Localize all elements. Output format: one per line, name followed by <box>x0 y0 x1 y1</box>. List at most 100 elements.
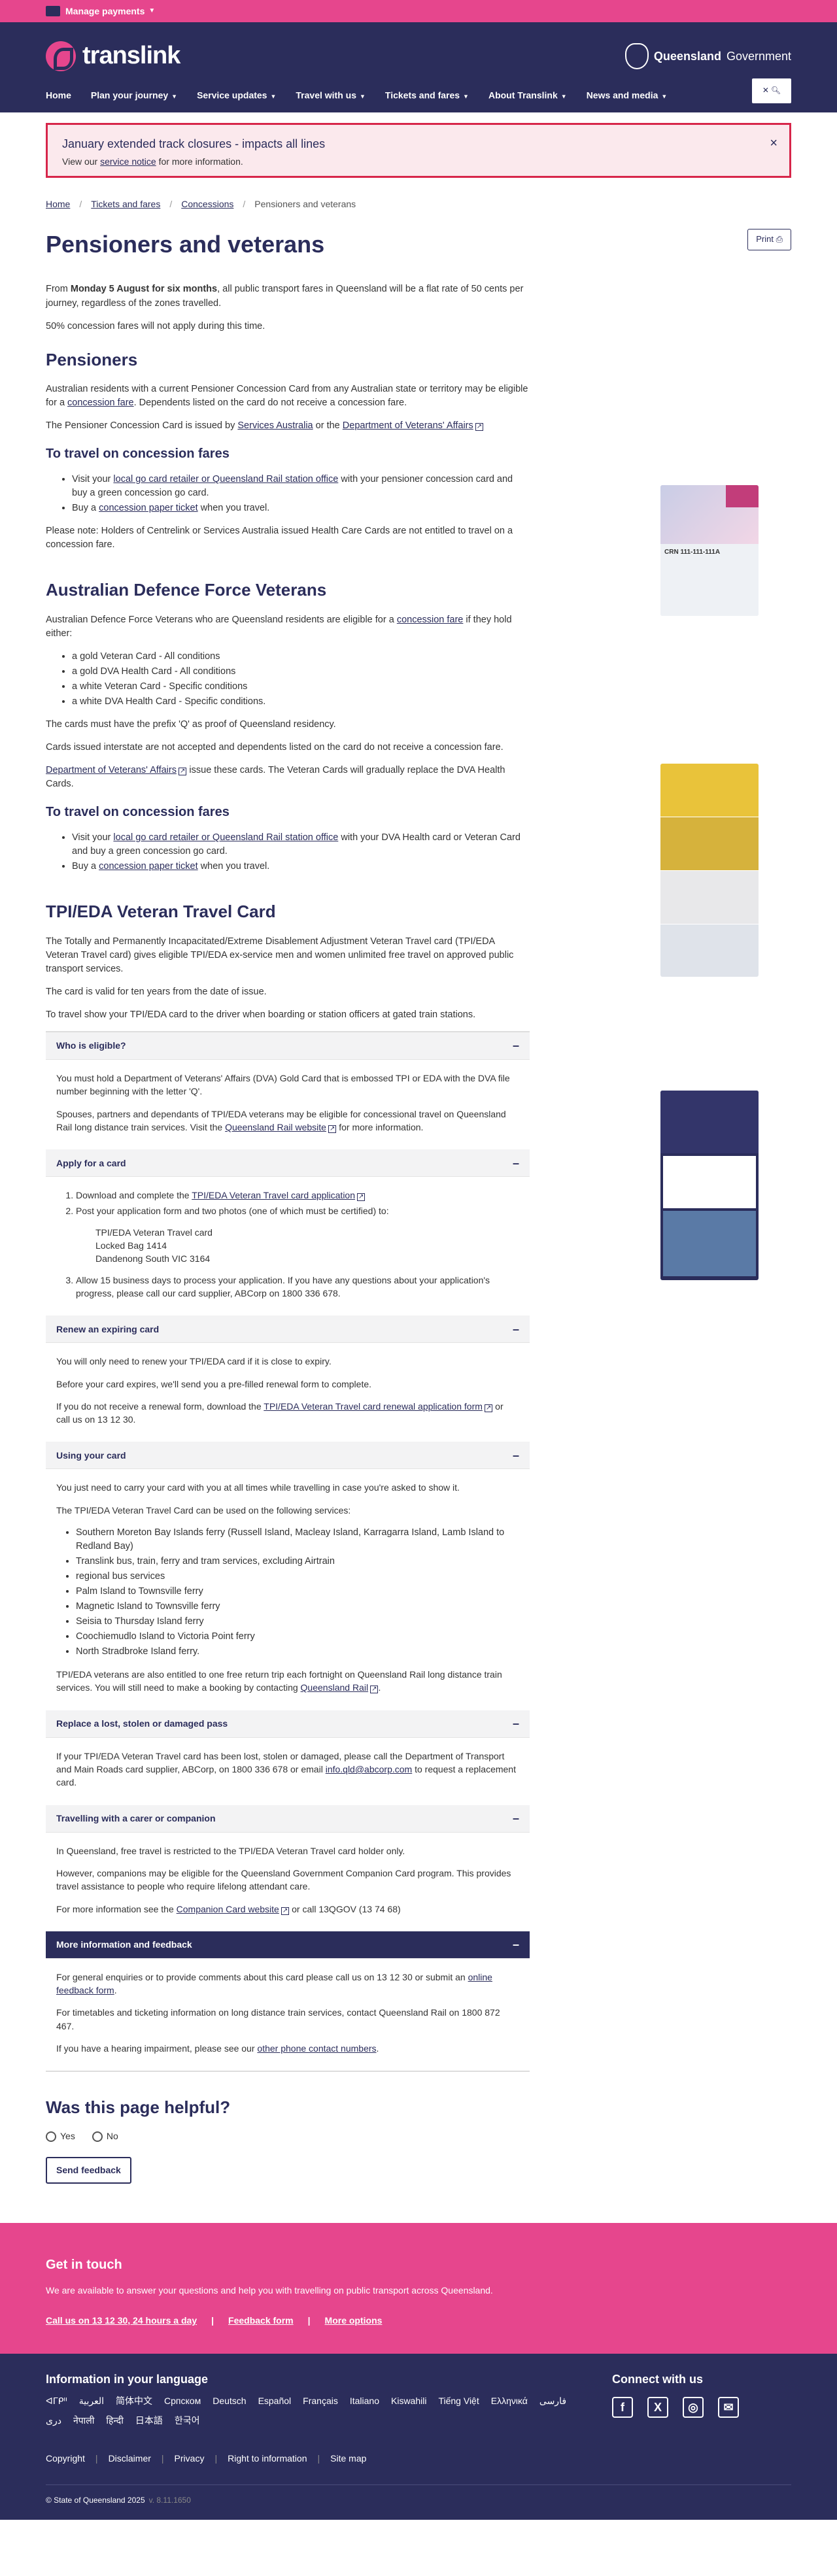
language-link[interactable]: فارسی <box>539 2394 566 2407</box>
sitemap-link[interactable]: Site map <box>330 2452 366 2465</box>
pensioners-travel-list: Visit your local go card retailer or Que… <box>72 473 530 515</box>
retailer-link[interactable]: local go card retailer or Queensland Rai… <box>113 832 338 843</box>
email-link[interactable]: info.qld@abcorp.com <box>326 1764 413 1774</box>
close-icon[interactable]: × <box>770 134 777 153</box>
translink-logo-icon <box>46 41 76 71</box>
no-radio[interactable]: No <box>92 2129 118 2143</box>
facebook-icon[interactable]: f <box>612 2396 633 2418</box>
list-item: Buy a concession paper ticket when you t… <box>72 501 530 515</box>
list-item: Magnetic Island to Townsville ferry <box>76 1600 519 1614</box>
email-icon[interactable]: ✉ <box>718 2396 739 2418</box>
disclaimer-link[interactable]: Disclaimer <box>109 2452 151 2465</box>
more-options-link[interactable]: More options <box>325 2314 383 2327</box>
send-feedback-button[interactable]: Send feedback <box>46 2157 131 2184</box>
language-link[interactable]: Српском <box>164 2394 201 2407</box>
language-link[interactable]: Ελληνικά <box>491 2394 528 2407</box>
card-number: CRN 111-111-111A <box>660 544 759 617</box>
language-link[interactable]: 简体中文 <box>116 2394 152 2407</box>
search-button[interactable]: ✕ 🔍︎ <box>752 78 791 103</box>
renewal-form-link[interactable]: TPI/EDA Veteran Travel card renewal appl… <box>264 1401 492 1412</box>
pensioners-p1: Australian residents with a current Pens… <box>46 384 528 409</box>
x-icon[interactable]: X <box>647 2396 668 2418</box>
language-link[interactable]: Kiswahili <box>391 2394 426 2407</box>
breadcrumb-tickets[interactable]: Tickets and fares <box>91 197 160 211</box>
language-link[interactable]: Deutsch <box>213 2394 246 2407</box>
paper-ticket-link[interactable]: concession paper ticket <box>99 503 198 513</box>
dva-link[interactable]: Department of Veterans' Affairs <box>46 765 186 775</box>
list-item: Southern Moreton Bay Islands ferry (Russ… <box>76 1526 519 1553</box>
queensland-government-logo[interactable]: Queensland Government <box>624 43 791 69</box>
language-link[interactable]: Tiếng Việt <box>438 2394 479 2407</box>
nav-item-service-updates[interactable]: Service updates ▼ <box>197 89 276 102</box>
contact-numbers-link[interactable]: other phone contact numbers <box>257 2043 376 2054</box>
list-item: Coochiemudlo Island to Victoria Point fe… <box>76 1630 519 1644</box>
acc1-p2: Spouses, partners and dependants of TPI/… <box>56 1108 519 1134</box>
language-link[interactable]: Español <box>258 2394 292 2407</box>
rti-link[interactable]: Right to information <box>228 2452 307 2465</box>
application-link[interactable]: TPI/EDA Veteran Travel card application <box>192 1190 365 1200</box>
retailer-link[interactable]: local go card retailer or Queensland Rai… <box>113 474 338 484</box>
yes-radio[interactable]: Yes <box>46 2129 75 2143</box>
print-button[interactable]: Print ⎙ <box>747 229 791 251</box>
helpful-options: Yes No <box>46 2129 791 2143</box>
gov-bold: Queensland <box>653 49 721 63</box>
list-item: Post your application form and two photo… <box>76 1204 519 1265</box>
translink-logo[interactable]: translink <box>46 38 180 74</box>
list-item: Seisia to Thursday Island ferry <box>76 1615 519 1629</box>
nav-item-about[interactable]: About Translink ▼ <box>488 89 567 102</box>
nav-item-plan[interactable]: Plan your journey ▼ <box>91 89 177 102</box>
language-link[interactable]: 한국어 <box>175 2414 200 2427</box>
accordion-carer[interactable]: Travelling with a carer or companion – <box>46 1805 530 1833</box>
list-item: Translink bus, train, ferry and tram ser… <box>76 1555 519 1568</box>
concession-fare-link[interactable]: concession fare <box>397 615 464 625</box>
nav-item-news[interactable]: News and media ▼ <box>587 89 668 102</box>
language-list: ᐊᒥᑭᐦ العربية 简体中文 Српском Deutsch Español Fran… <box>46 2394 582 2428</box>
language-link[interactable]: नेपाली <box>73 2414 94 2427</box>
manage-payments-bar[interactable]: Manage payments ▼ <box>0 0 837 22</box>
nav-item-home[interactable]: Home <box>46 89 71 102</box>
nav-item-tickets[interactable]: Tickets and fares ▼ <box>385 89 469 102</box>
language-link[interactable]: Français <box>303 2394 338 2407</box>
accordion-replace[interactable]: Replace a lost, stolen or damaged pass – <box>46 1710 530 1738</box>
companion-card-link[interactable]: Companion Card website <box>177 1904 290 1914</box>
accordion-who-eligible[interactable]: Who is eligible? – <box>46 1032 530 1060</box>
service-notice-link[interactable]: service notice <box>100 156 156 167</box>
concession-fare-link[interactable]: concession fare <box>67 398 134 408</box>
breadcrumb-concessions[interactable]: Concessions <box>181 197 233 211</box>
acc1-p1: You must hold a Department of Veterans' … <box>56 1073 510 1097</box>
queensland-rail-link[interactable]: Queensland Rail website <box>225 1122 336 1132</box>
paper-ticket-link[interactable]: concession paper ticket <box>99 861 198 872</box>
search-icon: 🔍︎ <box>770 86 781 95</box>
queensland-rail-link[interactable]: Queensland Rail <box>301 1682 379 1693</box>
accordion-renew[interactable]: Renew an expiring card – <box>46 1315 530 1344</box>
chevron-down-icon: ▼ <box>148 7 156 14</box>
acc7-p3: If you have a hearing impairment, please… <box>56 2043 379 2054</box>
list-item: regional bus services <box>76 1570 519 1584</box>
list-item: Allow 15 business days to process your a… <box>76 1274 519 1300</box>
intro-p2: 50% concession fares will not apply duri… <box>46 320 265 331</box>
instagram-icon[interactable]: ◎ <box>683 2396 704 2418</box>
accordion-apply[interactable]: Apply for a card – <box>46 1149 530 1178</box>
language-link[interactable]: العربية <box>79 2394 104 2407</box>
accordion-more-info[interactable]: More information and feedback – <box>46 1931 530 1959</box>
feedback-form-link[interactable]: Feedback form <box>228 2314 294 2327</box>
page-title: Pensioners and veterans <box>46 231 325 258</box>
call-us-link[interactable]: Call us on 13 12 30, 24 hours a day <box>46 2314 197 2327</box>
language-link[interactable]: دری <box>46 2414 61 2427</box>
list-item: a white Veteran Card - Specific conditio… <box>72 680 530 694</box>
language-link[interactable]: हिन्दी <box>106 2414 123 2427</box>
accordion-using-card[interactable]: Using your card – <box>46 1442 530 1470</box>
acc7-p2: For timetables and ticketing information… <box>56 2007 500 2031</box>
tpi-heading: TPI/EDA Veteran Travel Card <box>46 902 276 922</box>
language-link[interactable]: Italiano <box>350 2394 379 2407</box>
acc4-p1: You just need to carry your card with yo… <box>56 1482 460 1493</box>
adf-p1: Australian Defence Force Veterans who ar… <box>46 615 512 639</box>
breadcrumb-home[interactable]: Home <box>46 197 70 211</box>
services-australia-link[interactable]: Services Australia <box>237 420 313 431</box>
copyright-link[interactable]: Copyright <box>46 2452 85 2465</box>
language-link[interactable]: 日本語 <box>135 2414 163 2427</box>
nav-item-travel[interactable]: Travel with us ▼ <box>296 89 366 102</box>
privacy-link[interactable]: Privacy <box>175 2452 205 2465</box>
language-link[interactable]: ᐊᒥᑭᐦ <box>46 2394 67 2407</box>
dva-link[interactable]: Department of Veterans' Affairs <box>343 420 483 431</box>
